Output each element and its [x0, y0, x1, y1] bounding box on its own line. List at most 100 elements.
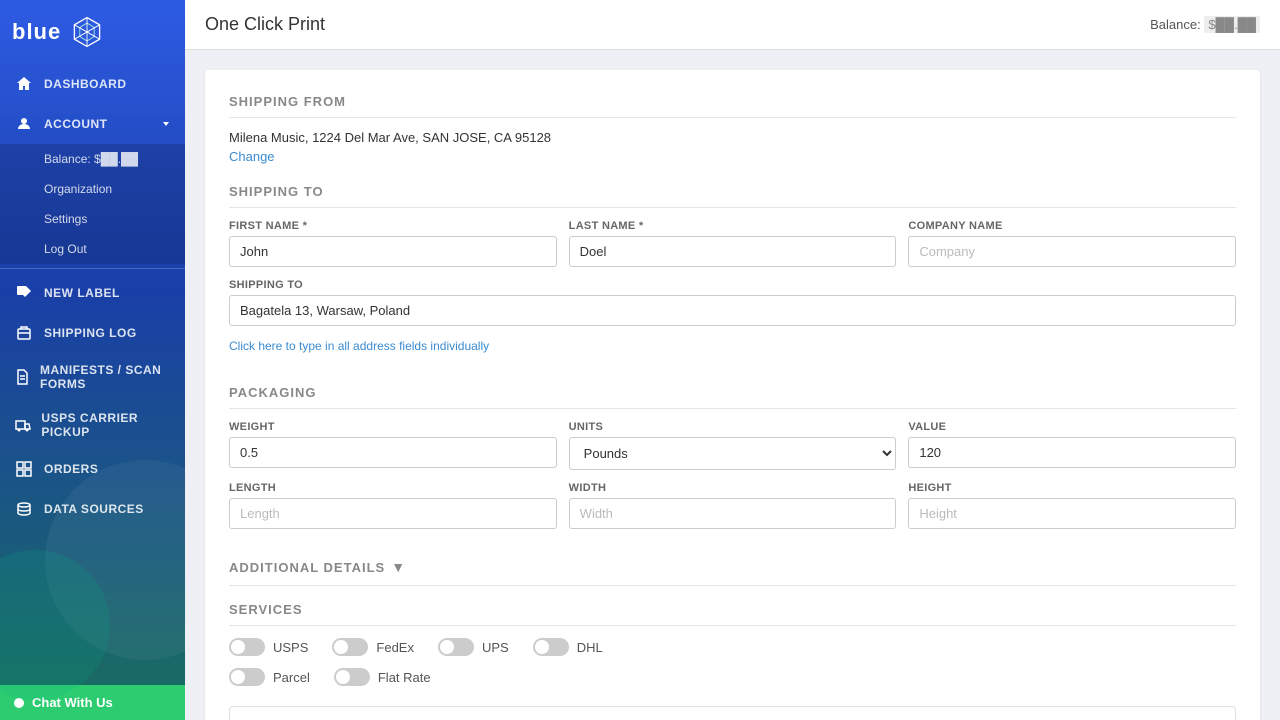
account-balance[interactable]: Balance: $██.██ [0, 144, 185, 174]
usps-label: USPS [273, 640, 308, 655]
width-input[interactable] [569, 498, 897, 529]
last-name-input[interactable] [569, 236, 897, 267]
result-item-0[interactable]: USPS First Class International Parcels C… [229, 706, 1236, 720]
international-bridge-logo [69, 14, 105, 50]
sidebar-item-orders[interactable]: Orders [0, 449, 185, 489]
last-name-group: LAST NAME * [569, 220, 897, 267]
sidebar-item-dashboard[interactable]: Dashboard [0, 64, 185, 104]
parcel-toggle[interactable] [229, 668, 265, 686]
sidebar-item-manifests[interactable]: Manifests / Scan Forms [0, 353, 185, 401]
chat-dot [14, 698, 24, 708]
house-icon [14, 74, 34, 94]
balance-label: Balance: [1150, 17, 1204, 32]
flatrate-label: Flat Rate [378, 670, 431, 685]
service-ups: UPS [438, 638, 509, 656]
additional-details-header[interactable]: ADDITIONAL DETAILS ▼ [229, 549, 1236, 586]
service-parcel: Parcel [229, 668, 310, 686]
chat-label: Chat With Us [32, 695, 113, 710]
flatrate-toggle[interactable] [334, 668, 370, 686]
services-row-2: Parcel Flat Rate [229, 668, 1236, 686]
height-input[interactable] [908, 498, 1236, 529]
topbar: One Click Print Balance: $██.██ [185, 0, 1280, 50]
width-group: WIDTH [569, 482, 897, 529]
width-label: WIDTH [569, 482, 897, 494]
sidebar-item-usps-pickup-label: USPS Carrier Pickup [41, 411, 171, 439]
parcel-label: Parcel [273, 670, 310, 685]
sidebar-item-new-label-label: New Label [44, 286, 120, 300]
sidebar-item-data-sources[interactable]: Data Sources [0, 489, 185, 529]
sidebar-item-shipping-log[interactable]: Shipping Log [0, 313, 185, 353]
fedex-toggle[interactable] [332, 638, 368, 656]
chevron-down-icon [161, 119, 171, 129]
sidebar-item-manifests-label: Manifests / Scan Forms [40, 363, 171, 391]
sidebar-item-data-sources-label: Data Sources [44, 502, 144, 516]
service-usps: USPS [229, 638, 308, 656]
box-icon [14, 323, 34, 343]
length-group: LENGTH [229, 482, 557, 529]
shipping-results: USPS First Class International Parcels C… [229, 706, 1236, 720]
services-section: SERVICES USPS FedEx UPS DHL [229, 602, 1236, 686]
shipping-to-title: SHIPPING TO [229, 184, 1236, 208]
ups-label: UPS [482, 640, 509, 655]
account-settings[interactable]: Settings [0, 204, 185, 234]
tag-icon [14, 283, 34, 303]
weight-label: WEIGHT [229, 421, 557, 433]
last-name-label: LAST NAME * [569, 220, 897, 232]
address-row: SHIPPING TO [229, 279, 1236, 326]
dhl-toggle[interactable] [533, 638, 569, 656]
ups-toggle[interactable] [438, 638, 474, 656]
height-group: HEIGHT [908, 482, 1236, 529]
first-name-label: FIRST NAME * [229, 220, 557, 232]
length-label: LENGTH [229, 482, 557, 494]
value-label: VALUE [908, 421, 1236, 433]
sidebar-item-orders-label: Orders [44, 462, 98, 476]
address-group: SHIPPING TO [229, 279, 1236, 326]
account-organization[interactable]: Organization [0, 174, 185, 204]
units-group: UNITS Pounds Ounces Kilograms Grams [569, 421, 897, 470]
dhl-label: DHL [577, 640, 603, 655]
company-name-label: COMPANY NAME [908, 220, 1236, 232]
services-title: SERVICES [229, 602, 1236, 626]
services-row-1: USPS FedEx UPS DHL [229, 638, 1236, 656]
name-row: FIRST NAME * LAST NAME * COMPANY NAME [229, 220, 1236, 267]
height-label: HEIGHT [908, 482, 1236, 494]
company-name-input[interactable] [908, 236, 1236, 267]
usps-toggle[interactable] [229, 638, 265, 656]
sidebar-navigation: Dashboard Account Balance: $██.██ Organi… [0, 64, 185, 685]
packaging-top-row: WEIGHT UNITS Pounds Ounces Kilograms Gra… [229, 421, 1236, 470]
packaging-bottom-row: LENGTH WIDTH HEIGHT [229, 482, 1236, 529]
balance-amount: $██.██ [1204, 16, 1260, 33]
brand-logo: blue [12, 19, 61, 45]
weight-input[interactable] [229, 437, 557, 468]
chat-button[interactable]: Chat With Us [0, 685, 185, 720]
shipping-from-title: SHIPPING FROM [229, 94, 1236, 118]
units-label: UNITS [569, 421, 897, 433]
length-input[interactable] [229, 498, 557, 529]
account-submenu: Balance: $██.██ Organization Settings Lo… [0, 144, 185, 264]
company-name-group: COMPANY NAME [908, 220, 1236, 267]
sidebar-header: blue [0, 0, 185, 64]
first-name-input[interactable] [229, 236, 557, 267]
fedex-label: FedEx [376, 640, 414, 655]
person-icon [14, 114, 34, 134]
value-group: VALUE [908, 421, 1236, 470]
balance-display: Balance: $██.██ [1150, 17, 1260, 32]
grid-icon [14, 459, 34, 479]
service-flatrate: Flat Rate [334, 668, 431, 686]
nav-divider [0, 268, 185, 269]
sidebar-item-new-label[interactable]: New Label [0, 273, 185, 313]
change-address-link[interactable]: Change [229, 149, 275, 164]
truck-icon [14, 415, 31, 435]
shipping-to-section: SHIPPING TO FIRST NAME * LAST NAME * COM… [229, 184, 1236, 365]
database-icon [14, 499, 34, 519]
account-logout[interactable]: Log Out [0, 234, 185, 264]
value-input[interactable] [908, 437, 1236, 468]
units-select[interactable]: Pounds Ounces Kilograms Grams [569, 437, 897, 470]
file-icon [14, 367, 30, 387]
click-here-link[interactable]: Click here to type in all address fields… [229, 339, 489, 353]
sidebar-item-dashboard-label: Dashboard [44, 77, 127, 91]
sidebar-item-account-label: Account [44, 117, 108, 131]
sidebar-item-usps-pickup[interactable]: USPS Carrier Pickup [0, 401, 185, 449]
sidebar-item-account[interactable]: Account [0, 104, 185, 144]
address-input[interactable] [229, 295, 1236, 326]
